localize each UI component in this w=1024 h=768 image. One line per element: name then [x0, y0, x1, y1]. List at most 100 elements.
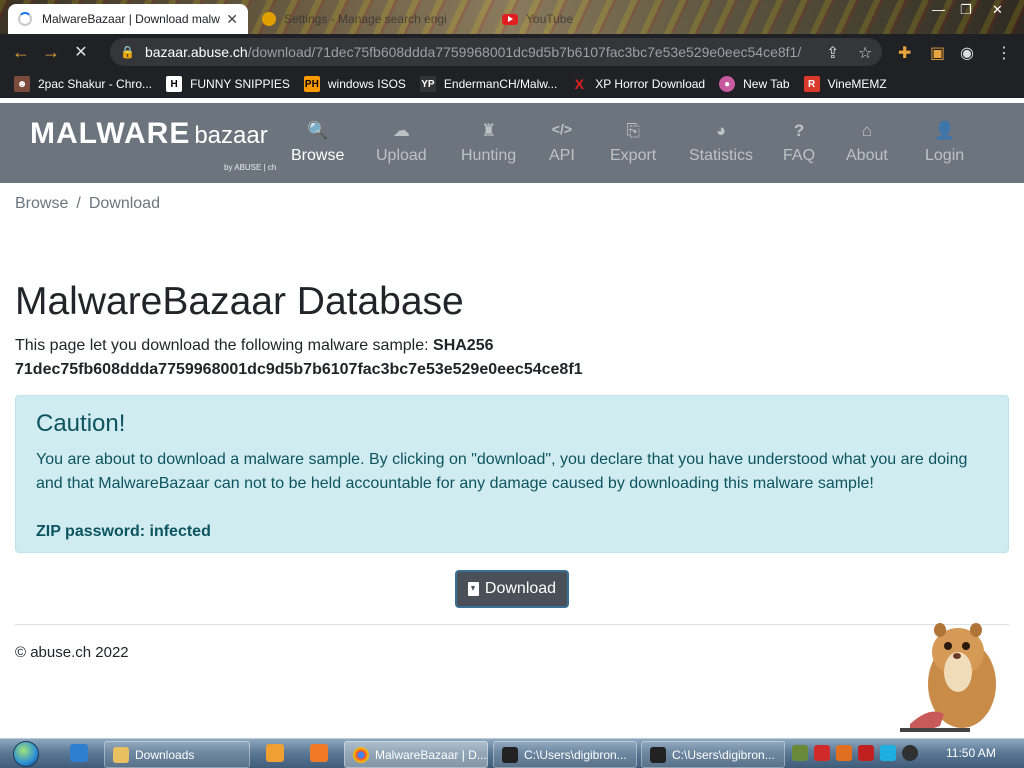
cloud-upload-icon: ☁ — [392, 121, 410, 140]
breadcrumb: Browse / Download — [15, 195, 160, 213]
tab-malwarebazaar[interactable]: MalwareBazaar | Download malw ✕ — [8, 4, 248, 34]
back-arrow-icon[interactable]: ← — [6, 42, 36, 63]
system-tray — [792, 745, 918, 761]
bookmark-label: XP Horror Download — [595, 77, 706, 91]
divider — [15, 624, 1009, 625]
lock-icon: 🔒 — [120, 45, 135, 59]
sha256-hash[interactable]: 71dec75fb608ddda7759968001dc9d5b7b6107fa… — [15, 361, 583, 378]
nav-label: About — [846, 147, 888, 164]
H-icon: H — [166, 76, 183, 92]
close-window-icon[interactable]: ✕ — [992, 2, 1003, 18]
R-icon: R — [803, 76, 820, 92]
bookmark-windows-isos[interactable]: PH windows ISOS — [303, 76, 406, 92]
taskbar-chrome-malwarebazaar[interactable]: MalwareBazaar | D... — [344, 741, 488, 768]
bookmark-label: VineMEMZ — [827, 77, 887, 91]
2pac-icon: ☻ — [14, 76, 30, 92]
bookmark-new-tab[interactable]: ● New Tab — [719, 76, 790, 92]
close-tab-icon[interactable]: ✕ — [226, 11, 238, 28]
settings-favicon-icon — [262, 12, 276, 26]
side-panel-icon[interactable]: ▣ — [930, 43, 945, 63]
logo-by-text: by ABUSE | ch — [224, 163, 277, 172]
nav-statistics[interactable]: ◕ Statistics — [689, 121, 753, 165]
stop-loading-icon[interactable]: ✕ — [66, 42, 96, 62]
start-button[interactable] — [6, 739, 46, 768]
address-bar[interactable]: 🔒 bazaar.abuse.ch/download/71dec75fb608d… — [110, 38, 882, 66]
bookmark-vinememz[interactable]: R VineMEMZ — [803, 76, 887, 92]
tray-v-icon[interactable] — [814, 745, 830, 761]
chess-rook-icon: ♜ — [480, 121, 497, 140]
internet-explorer-icon[interactable] — [70, 744, 88, 762]
restore-icon[interactable]: ❐ — [960, 2, 972, 18]
bookmark-label: 2pac Shakur - Chro... — [38, 77, 153, 91]
tab-youtube[interactable]: YouTube — [492, 4, 672, 34]
nav-label: API — [549, 147, 575, 164]
nav-api[interactable]: </> API — [549, 121, 575, 165]
nav-upload[interactable]: ☁ Upload — [376, 121, 427, 165]
nav-about[interactable]: ⌂ About — [846, 121, 888, 165]
bookmark-xp-horror[interactable]: X XP Horror Download — [571, 76, 706, 92]
minimize-icon[interactable]: — — [932, 2, 945, 17]
file-download-icon — [467, 582, 479, 596]
download-button-label: Download — [484, 580, 557, 597]
share-icon[interactable]: ⇪ — [826, 43, 839, 63]
tab-settings[interactable]: Settings - Manage search engi — [252, 4, 488, 34]
tray-volume-icon[interactable] — [902, 745, 918, 761]
taskbar-downloads[interactable]: Downloads — [104, 741, 250, 768]
tray-app-icon[interactable] — [792, 745, 808, 761]
footer-copyright: © abuse.ch 2022 — [15, 644, 129, 661]
taskbar-7zip-2[interactable]: C:\Users\digibron... — [641, 741, 785, 768]
download-button[interactable]: Download — [455, 570, 569, 608]
app-icon[interactable] — [310, 744, 328, 762]
nav-label: Statistics — [689, 147, 754, 164]
nav-hunting[interactable]: ♜ Hunting — [461, 121, 516, 165]
tray-network-icon[interactable] — [880, 745, 896, 761]
hamster-desktop-pet[interactable] — [900, 614, 1010, 738]
taskbar-label: MalwareBazaar | D... — [375, 747, 487, 762]
chrome-icon — [353, 746, 369, 763]
media-player-icon[interactable] — [266, 744, 284, 762]
taskbar-clock[interactable]: 11:50 AM — [946, 746, 996, 760]
youtube-favicon-icon — [502, 13, 518, 25]
windows-orb-icon — [13, 741, 39, 767]
profile-avatar-icon[interactable]: ◉ — [960, 43, 974, 63]
landmark-icon: ⌂ — [861, 121, 873, 140]
forward-arrow-icon[interactable]: → — [36, 42, 66, 63]
nav-label: FAQ — [783, 147, 816, 164]
bookmark-star-icon[interactable]: ☆ — [858, 43, 872, 63]
site-navbar: MALWARE bazaar by ABUSE | ch 🔍 Browse ☁ U… — [0, 103, 1024, 183]
breadcrumb-browse-link[interactable]: Browse — [15, 195, 68, 212]
code-icon: </> — [551, 121, 573, 137]
page-title: MalwareBazaar Database — [15, 280, 464, 323]
caution-alert: Caution! You are about to download a mal… — [15, 395, 1009, 553]
tab-title: MalwareBazaar | Download malw — [42, 12, 220, 26]
tab-title: Settings - Manage search engi — [284, 12, 447, 26]
nav-login[interactable]: 👤 Login — [925, 121, 964, 165]
file-export-icon: ⎘ — [626, 121, 640, 140]
taskbar-7zip-1[interactable]: C:\Users\digibron... — [493, 741, 637, 768]
newtab-icon: ● — [719, 76, 736, 92]
nav-export[interactable]: ⎘ Export — [610, 121, 656, 165]
question-circle-icon: ? — [793, 121, 805, 140]
extensions-puzzle-icon[interactable]: ✚ — [898, 43, 911, 63]
bookmark-funny-snippies[interactable]: H FUNNY SNIPPIES — [166, 76, 290, 92]
7zip-icon — [502, 746, 518, 763]
nav-label: Login — [925, 147, 965, 164]
logo-main-text: MALWARE — [30, 117, 191, 150]
nav-label: Hunting — [461, 147, 517, 164]
nav-label: Browse — [291, 147, 345, 164]
browser-toolbar: ← → ✕ 🔒 bazaar.abuse.ch/download/71dec75… — [0, 34, 1024, 70]
nav-label: Export — [610, 147, 657, 164]
bookmark-endermanch[interactable]: YP EndermanCH/Malw... — [419, 76, 557, 92]
tray-flag-icon[interactable] — [858, 745, 874, 761]
hash-label: SHA256 — [433, 337, 494, 354]
malwarebazaar-logo[interactable]: MALWARE bazaar by ABUSE | ch — [30, 117, 276, 172]
logo-sub-text: bazaar — [194, 122, 268, 149]
pie-chart-icon: ◕ — [715, 121, 727, 140]
bookmark-2pac[interactable]: ☻ 2pac Shakur - Chro... — [14, 76, 152, 92]
tray-search-icon[interactable] — [836, 745, 852, 761]
taskbar-label: C:\Users\digibron... — [672, 747, 775, 762]
intro-sentence: This page let you download the following… — [15, 337, 429, 354]
nav-faq[interactable]: ? FAQ — [783, 121, 815, 165]
menu-kebab-icon[interactable]: ⋮ — [996, 43, 1012, 63]
nav-browse[interactable]: 🔍 Browse — [291, 121, 344, 165]
